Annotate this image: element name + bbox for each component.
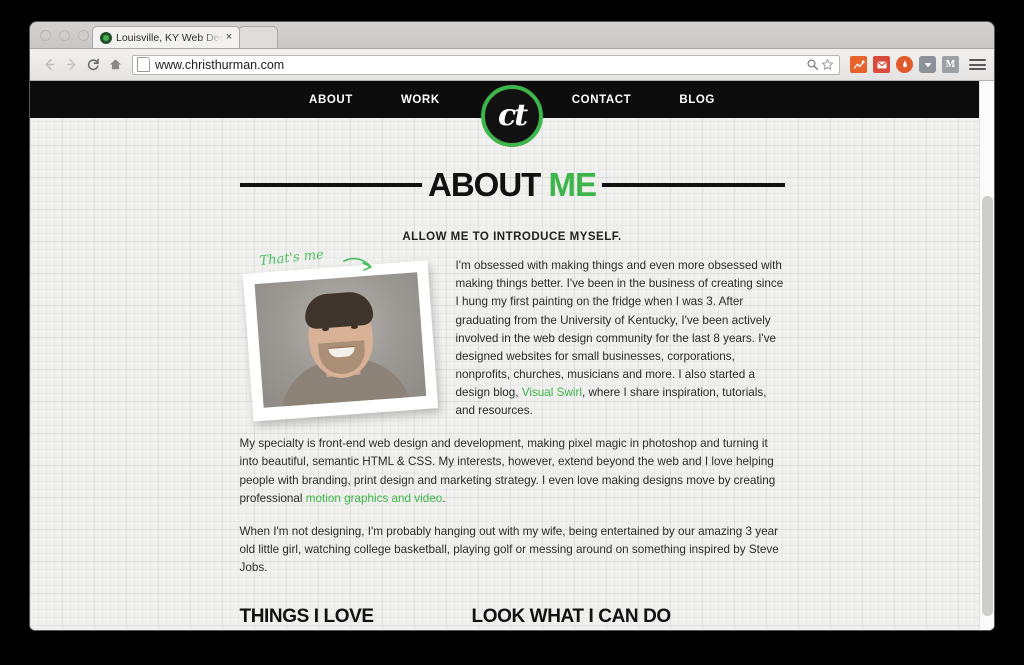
portrait-photo (254, 272, 426, 409)
lower-sections: THINGS I LOVE W (240, 592, 785, 630)
window-controls (40, 30, 89, 41)
browser-menu-button[interactable] (969, 56, 986, 73)
page-title-row: ABOUT ME (239, 146, 785, 223)
skills-heading: LOOK WHAT I CAN DO (471, 606, 672, 628)
tab-title: Louisville, KY Web Designe (116, 31, 223, 44)
close-window-button[interactable] (40, 30, 51, 41)
maximize-window-button[interactable] (78, 30, 89, 41)
home-button[interactable] (104, 54, 126, 76)
m-extension-icon[interactable]: M (942, 56, 959, 73)
site-navigation: ABOUT WORK CONTACT BLOG ct (30, 81, 994, 147)
mail-extension-icon[interactable] (873, 56, 890, 73)
site-favicon-icon (100, 31, 112, 44)
close-tab-icon[interactable]: × (223, 32, 235, 43)
page-title-part2: ME (548, 166, 597, 204)
visual-swirl-link[interactable]: Visual Swirl (522, 386, 582, 399)
nav-item-about[interactable]: ABOUT (285, 94, 377, 106)
browser-tab-active[interactable]: Louisville, KY Web Designe × (92, 26, 240, 48)
bio-paragraph-3: When I'm not designing, I'm probably han… (239, 524, 779, 575)
search-icon[interactable] (805, 57, 820, 72)
bio-p1-before: I'm obsessed with making things and even… (455, 259, 784, 400)
page-viewport: ABOUT WORK CONTACT BLOG ct ABOUT ME ALLO… (30, 81, 994, 630)
site-logo[interactable]: ct (481, 85, 543, 147)
bio-p2-after: . (442, 491, 446, 505)
browser-tab-blank[interactable] (238, 26, 278, 48)
page-document-icon (137, 57, 150, 72)
page-scrollbar-thumb[interactable] (982, 196, 993, 616)
site-logo-text: ct (497, 98, 528, 133)
analytics-extension-icon[interactable] (850, 56, 867, 73)
forward-button[interactable] (60, 54, 82, 76)
page-title: ABOUT ME (422, 168, 602, 201)
things-i-love-heading: THINGS I LOVE (239, 606, 375, 628)
bookmark-star-icon[interactable] (820, 57, 835, 72)
polaroid-frame (242, 260, 438, 422)
title-rule-left (239, 182, 422, 187)
extension-icons: M (850, 56, 986, 73)
back-button[interactable] (38, 54, 60, 76)
page-scrollbar[interactable] (979, 81, 994, 630)
download-extension-icon[interactable] (919, 56, 936, 73)
address-bar[interactable]: www.christhurman.com (132, 54, 840, 75)
minimize-window-button[interactable] (59, 30, 70, 41)
reload-button[interactable] (82, 54, 104, 76)
url-text: www.christhurman.com (155, 57, 285, 72)
shield-extension-icon[interactable] (896, 56, 913, 73)
bio-block: That's me I'm obsessed with making thing… (239, 248, 785, 577)
things-i-love-section: THINGS I LOVE W (240, 606, 472, 630)
motion-graphics-link[interactable]: motion graphics and video (306, 492, 442, 505)
bio-paragraph-2: My specialty is front-end web design and… (240, 435, 785, 508)
nav-item-contact[interactable]: CONTACT (548, 94, 656, 106)
skills-section: LOOK WHAT I CAN DO Web Design Wordpress (472, 606, 785, 630)
tab-strip: Louisville, KY Web Designe × Laurence (30, 22, 994, 49)
nav-item-blog[interactable]: BLOG (655, 94, 739, 106)
browser-toolbar: www.christhurman.com M (30, 49, 994, 81)
browser-window: Louisville, KY Web Designe × Laurence (30, 22, 994, 630)
photo-block: That's me (240, 248, 440, 422)
page-subtitle: ALLOW ME TO INTRODUCE MYSELF. (402, 231, 622, 244)
page-content: ABOUT ME ALLOW ME TO INTRODUCE MYSELF. T… (239, 118, 785, 630)
screen: Louisville, KY Web Designe × Laurence (0, 0, 1024, 665)
title-rule-right (602, 182, 785, 187)
page-title-part1: ABOUT (428, 166, 541, 204)
nav-item-work[interactable]: WORK (377, 94, 464, 106)
